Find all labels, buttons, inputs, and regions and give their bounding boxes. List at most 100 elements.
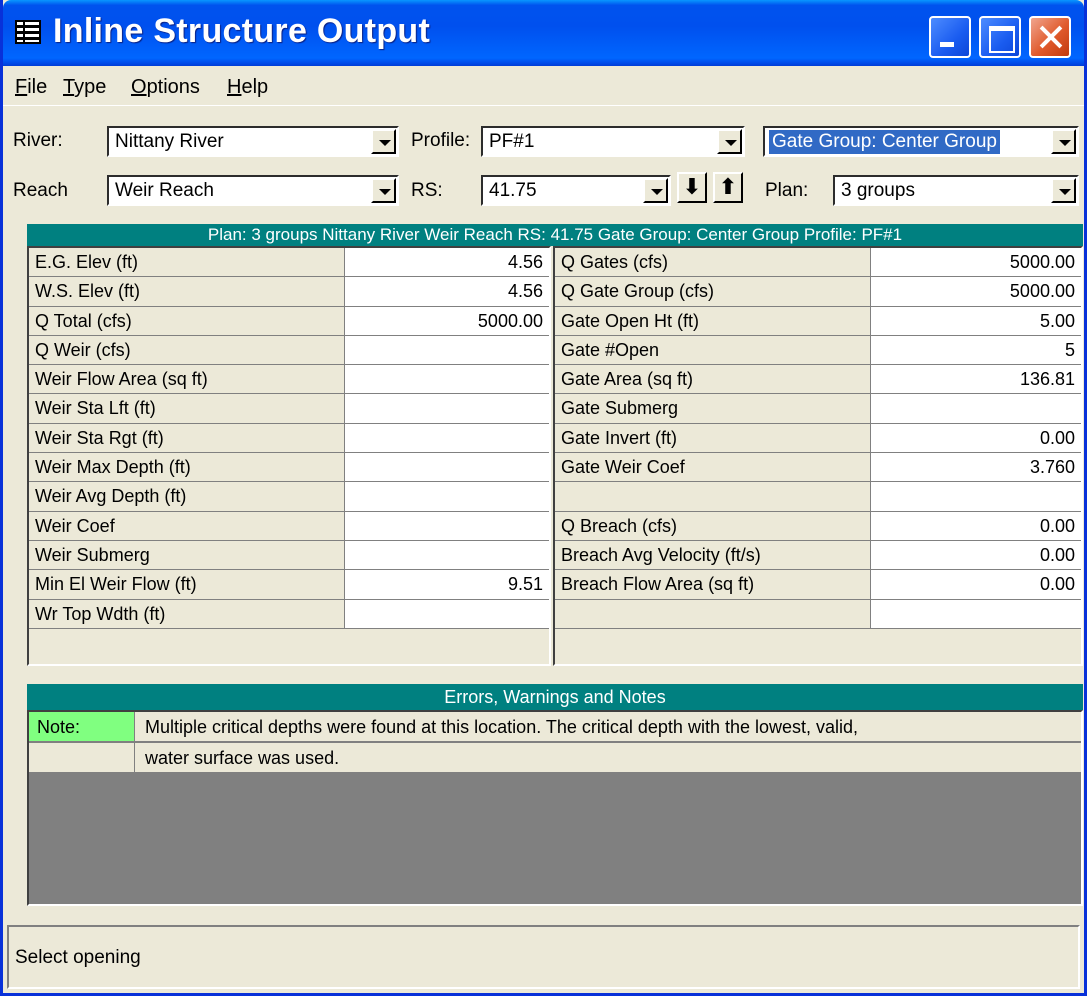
row-label: Weir Avg Depth (ft): [29, 482, 345, 511]
row-value[interactable]: 0.00: [871, 511, 1081, 540]
row-label: Gate Submerg: [555, 394, 871, 423]
chevron-down-icon[interactable]: [1051, 129, 1076, 154]
chevron-down-icon[interactable]: [1051, 178, 1076, 203]
menu-options[interactable]: Options: [131, 76, 200, 99]
row-value[interactable]: 4.56: [345, 277, 549, 306]
row-value[interactable]: [345, 482, 549, 511]
note-tag-empty: [29, 743, 135, 772]
menu-help[interactable]: Help: [227, 76, 268, 99]
row-label: Weir Coef: [29, 511, 345, 540]
row-value[interactable]: [345, 511, 549, 540]
menu-bar: File Type Options Help: [3, 66, 1084, 106]
row-value[interactable]: 5000.00: [871, 277, 1081, 306]
row-value[interactable]: 5: [871, 335, 1081, 365]
plan-value: 3 groups: [841, 180, 915, 201]
river-dropdown[interactable]: Nittany River: [107, 126, 399, 157]
gate-group-dropdown[interactable]: Gate Group: Center Group: [763, 126, 1079, 157]
table-row: Gate #Open 5: [555, 335, 1081, 366]
table-row: Breach Avg Velocity (ft/s) 0.00: [555, 540, 1081, 571]
table-row: Weir Avg Depth (ft): [29, 482, 549, 512]
gate-output-table: Q Gates (cfs) 5000.00 Q Gate Group (cfs) 50…: [553, 246, 1083, 666]
row-value[interactable]: [871, 482, 1081, 511]
row-label: Gate Weir Coef: [555, 453, 871, 482]
table-row: Weir Max Depth (ft): [29, 453, 549, 483]
row-value[interactable]: [345, 453, 549, 482]
status-bar: Select opening: [7, 925, 1080, 989]
row-label: Q Breach (cfs): [555, 511, 871, 540]
table-row: Weir Sta Lft (ft): [29, 394, 549, 424]
row-value[interactable]: 5000.00: [345, 306, 549, 335]
rs-label: RS:: [411, 180, 443, 201]
row-value[interactable]: 9.51: [345, 570, 549, 599]
table-row: Q Gate Group (cfs) 5000.00: [555, 277, 1081, 307]
row-label: Q Gates (cfs): [555, 248, 871, 277]
next-up-arrow-button[interactable]: ⬆: [713, 172, 743, 203]
row-value[interactable]: [871, 599, 1081, 628]
row-value[interactable]: 0.00: [871, 540, 1081, 570]
inline-structure-output-window: Inline Structure Output File Type Option…: [0, 0, 1087, 996]
row-value[interactable]: 5000.00: [871, 248, 1081, 277]
row-label: E.G. Elev (ft): [29, 248, 345, 277]
row-value[interactable]: [345, 540, 549, 570]
row-label: Breach Flow Area (sq ft): [555, 570, 871, 599]
row-value[interactable]: 3.760: [871, 453, 1081, 482]
row-label: Gate Invert (ft): [555, 423, 871, 453]
row-value[interactable]: 0.00: [871, 423, 1081, 453]
gate-group-value: Gate Group: Center Group: [768, 129, 1001, 155]
chevron-down-icon[interactable]: [371, 129, 396, 154]
chevron-down-icon[interactable]: [717, 129, 742, 154]
row-value[interactable]: [345, 423, 549, 453]
row-label: Q Gate Group (cfs): [555, 277, 871, 306]
row-value[interactable]: 136.81: [871, 365, 1081, 394]
plan-dropdown[interactable]: 3 groups: [833, 175, 1079, 206]
chevron-down-icon[interactable]: [371, 178, 396, 203]
row-value[interactable]: [871, 394, 1081, 423]
table-icon: [15, 20, 41, 44]
table-row: Gate Open Ht (ft) 5.00: [555, 306, 1081, 336]
table-row: [555, 599, 1081, 629]
row-value[interactable]: 4.56: [345, 248, 549, 277]
title-bar[interactable]: Inline Structure Output: [3, 0, 1084, 66]
row-value[interactable]: 0.00: [871, 570, 1081, 599]
chevron-down-icon[interactable]: [643, 178, 668, 203]
note-tag: Note:: [29, 712, 135, 741]
profile-dropdown[interactable]: PF#1: [481, 126, 745, 157]
notes-title: Errors, Warnings and Notes: [27, 684, 1083, 710]
next-down-arrow-button[interactable]: ⬇: [677, 172, 707, 203]
arrow-down-icon: ⬇: [682, 174, 702, 199]
river-value: Nittany River: [115, 131, 224, 152]
table-row: Wr Top Wdth (ft): [29, 599, 549, 629]
reach-value: Weir Reach: [115, 180, 214, 201]
table-row: W.S. Elev (ft) 4.56: [29, 277, 549, 307]
row-label: Weir Max Depth (ft): [29, 453, 345, 482]
table-row: Gate Area (sq ft) 136.81: [555, 365, 1081, 395]
table-row: Q Weir (cfs): [29, 335, 549, 366]
maximize-button[interactable]: [979, 16, 1021, 58]
row-value[interactable]: [345, 335, 549, 365]
table-row: Q Breach (cfs) 0.00: [555, 511, 1081, 541]
row-value[interactable]: [345, 365, 549, 394]
reach-dropdown[interactable]: Weir Reach: [107, 175, 399, 206]
reach-label: Reach: [13, 180, 68, 201]
row-value[interactable]: 5.00: [871, 306, 1081, 335]
menu-file[interactable]: File: [15, 76, 47, 99]
row-label: Q Weir (cfs): [29, 335, 345, 365]
table-row: E.G. Elev (ft) 4.56: [29, 248, 549, 278]
row-label: Gate Open Ht (ft): [555, 306, 871, 335]
minimize-button[interactable]: [929, 16, 971, 58]
close-button[interactable]: [1029, 16, 1071, 58]
menu-type[interactable]: Type: [63, 76, 106, 99]
row-value[interactable]: [345, 394, 549, 423]
table-row: Min El Weir Flow (ft) 9.51: [29, 570, 549, 600]
row-label: Gate #Open: [555, 335, 871, 365]
table-row: Q Gates (cfs) 5000.00: [555, 248, 1081, 278]
rs-dropdown[interactable]: 41.75: [481, 175, 671, 206]
table-row: Breach Flow Area (sq ft) 0.00: [555, 570, 1081, 600]
table-row: Weir Submerg: [29, 540, 549, 571]
note-row: water surface was used.: [29, 743, 1081, 773]
row-value[interactable]: [345, 599, 549, 628]
table-row: Weir Sta Rgt (ft): [29, 423, 549, 454]
profile-label: Profile:: [411, 130, 471, 151]
row-label: [555, 599, 871, 628]
notes-panel[interactable]: Note: Multiple critical depths were foun…: [27, 710, 1083, 906]
